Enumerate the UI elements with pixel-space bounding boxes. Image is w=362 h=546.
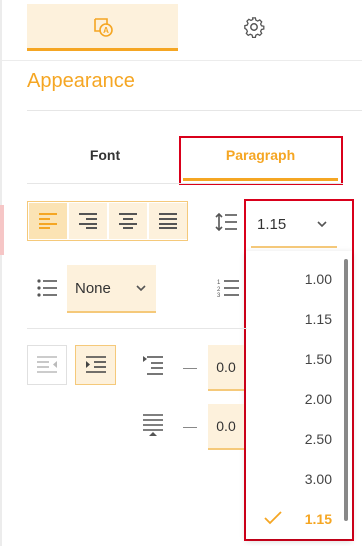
- list-style-select[interactable]: None: [67, 265, 156, 311]
- svg-text:3: 3: [217, 293, 221, 297]
- panel-edge: [0, 0, 2, 546]
- header-divider: [0, 60, 362, 61]
- chevron-down-icon: [317, 221, 327, 227]
- left-indent-input[interactable]: 0.0: [208, 345, 244, 389]
- subtab-paragraph-indicator: [183, 178, 338, 181]
- svg-text:A: A: [103, 26, 109, 35]
- right-indent-underline: [208, 448, 244, 450]
- left-indent-dash: [183, 368, 197, 369]
- left-indent-icon: [143, 355, 163, 375]
- menu-option-1-50[interactable]: 1.50: [305, 351, 332, 367]
- subtab-font[interactable]: Font: [40, 147, 170, 163]
- align-left-button[interactable]: [29, 203, 67, 239]
- list-style-underline: [67, 311, 156, 313]
- subtab-divider: [27, 183, 343, 184]
- tab-appearance-indicator: [27, 48, 178, 51]
- tab-appearance[interactable]: A: [27, 4, 178, 50]
- menu-option-2-50[interactable]: 2.50: [305, 431, 332, 447]
- line-spacing-menu: 1.00 1.15 1.50 2.00 2.50 3.00 1.15: [246, 251, 352, 539]
- gear-icon: [243, 16, 265, 38]
- format-text-icon: A: [92, 16, 114, 38]
- decrease-indent-button[interactable]: [27, 345, 67, 385]
- line-spacing-value: 1.15: [257, 215, 287, 233]
- menu-option-2-00[interactable]: 2.00: [305, 391, 332, 407]
- chevron-down-icon: [136, 285, 146, 291]
- align-left-icon: [39, 213, 57, 229]
- menu-scrollbar[interactable]: [344, 259, 348, 521]
- left-indent-underline: [208, 389, 244, 391]
- increase-indent-button[interactable]: [75, 345, 116, 385]
- menu-option-1-00[interactable]: 1.00: [305, 271, 332, 287]
- right-indent-input[interactable]: 0.0: [208, 404, 244, 448]
- align-center-button[interactable]: [109, 203, 147, 239]
- align-right-button[interactable]: [69, 203, 107, 239]
- align-center-icon: [119, 213, 137, 229]
- numbered-list-icon: 123: [217, 279, 239, 297]
- checkmark-icon: [264, 511, 282, 525]
- section-title: Appearance: [27, 70, 135, 92]
- svg-text:1: 1: [217, 280, 221, 286]
- list-style-value: None: [75, 279, 111, 297]
- indent-divider: [27, 328, 247, 329]
- first-line-indent-icon: [143, 414, 163, 436]
- edge-highlight: [0, 205, 4, 255]
- menu-option-3-00[interactable]: 3.00: [305, 471, 332, 487]
- line-spacing-underline: [251, 246, 337, 248]
- menu-option-selected[interactable]: 1.15: [305, 511, 332, 527]
- section-divider: [27, 110, 362, 111]
- line-spacing-icon: [215, 212, 237, 232]
- menu-option-1-15[interactable]: 1.15: [305, 311, 332, 327]
- right-indent-value: 0.0: [216, 418, 236, 434]
- outdent-icon: [37, 356, 57, 374]
- align-justify-icon: [159, 213, 177, 229]
- subtab-paragraph[interactable]: Paragraph: [183, 147, 338, 163]
- right-indent-dash: [183, 427, 197, 428]
- align-justify-button[interactable]: [149, 203, 187, 239]
- align-right-icon: [79, 213, 97, 229]
- bullet-list-icon: [37, 279, 57, 297]
- left-indent-value: 0.0: [216, 359, 236, 375]
- line-spacing-select[interactable]: 1.15: [251, 201, 337, 247]
- tab-settings[interactable]: [178, 4, 329, 50]
- indent-icon: [85, 356, 106, 374]
